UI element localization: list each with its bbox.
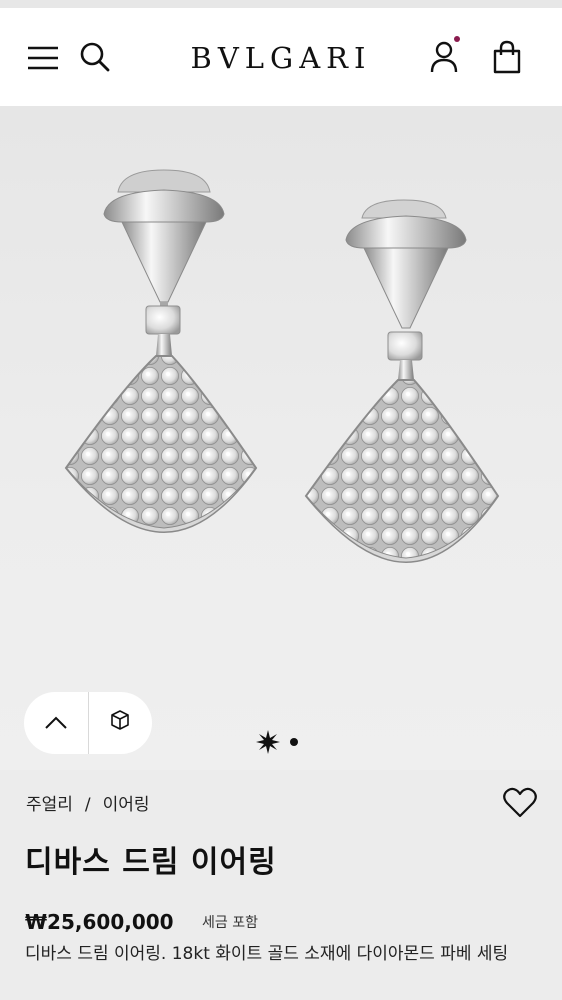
wishlist-button[interactable] bbox=[502, 786, 538, 820]
notification-dot bbox=[454, 36, 460, 42]
left-earring bbox=[64, 169, 258, 534]
account-icon bbox=[430, 41, 458, 73]
product-price: ₩25,600,000 bbox=[25, 910, 174, 934]
breadcrumb-item-earrings[interactable]: 이어링 bbox=[103, 792, 150, 818]
slide-indicator bbox=[256, 728, 306, 756]
shopping-bag-button[interactable] bbox=[488, 38, 526, 76]
search-icon bbox=[80, 42, 110, 72]
search-button[interactable] bbox=[78, 40, 112, 74]
active-slide-star-icon[interactable] bbox=[256, 730, 280, 754]
breadcrumb-separator: / bbox=[84, 795, 91, 815]
product-description: 디바스 드림 이어링. 18kt 화이트 골드 소재에 다이아몬드 파베 세팅 bbox=[25, 944, 509, 964]
cube-3d-icon bbox=[111, 710, 129, 730]
bag-icon bbox=[493, 40, 521, 74]
status-strip bbox=[0, 0, 562, 8]
breadcrumb-item-jewelry[interactable]: 주얼리 bbox=[26, 792, 73, 818]
product-image bbox=[64, 169, 500, 564]
site-header: BVLGARI bbox=[0, 8, 562, 106]
gallery-controls bbox=[24, 692, 152, 754]
heart-icon bbox=[503, 787, 537, 818]
breadcrumb: 주얼리 / 이어링 bbox=[26, 792, 150, 818]
brand-logo[interactable]: BVLGARI bbox=[160, 38, 402, 78]
tax-note: 세금 포함 bbox=[202, 915, 258, 931]
collapse-gallery-button[interactable] bbox=[24, 692, 88, 754]
slide-dot[interactable] bbox=[290, 738, 298, 746]
product-info: 주얼리 / 이어링 디바스 드림 이어링 ₩25,600,000 세금 포함 디바스… bbox=[0, 770, 562, 1000]
product-gallery[interactable] bbox=[0, 106, 562, 770]
menu-icon bbox=[28, 46, 58, 70]
view-3d-button[interactable] bbox=[89, 692, 153, 754]
product-title: 디바스 드림 이어링 bbox=[25, 845, 277, 880]
menu-button[interactable] bbox=[24, 44, 60, 72]
right-earring bbox=[304, 199, 500, 564]
chevron-up-icon bbox=[45, 716, 67, 729]
account-button[interactable] bbox=[426, 38, 464, 76]
